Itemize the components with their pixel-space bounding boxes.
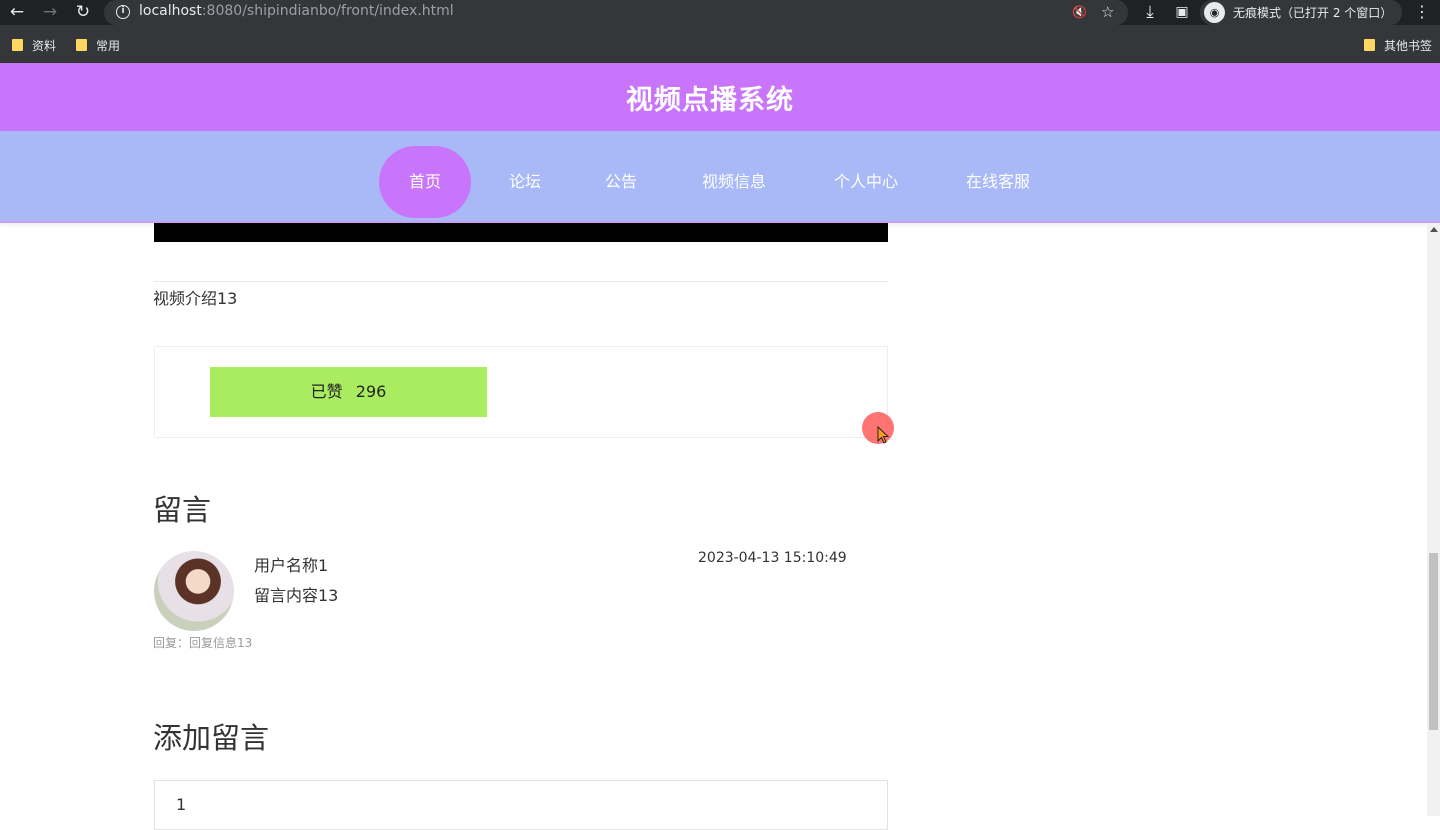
forward-icon[interactable]: → xyxy=(39,1,61,23)
bookmark-folder-changyong[interactable]: 常用 xyxy=(76,37,120,54)
add-comment-title: 添加留言 xyxy=(153,721,270,755)
page-scrollbar[interactable] xyxy=(1427,223,1440,816)
url-text[interactable]: localhost:8080/shipindianbo/front/index.… xyxy=(139,3,454,19)
nav-notice[interactable]: 公告 xyxy=(605,146,637,218)
like-count: 296 xyxy=(355,382,387,401)
scroll-thumb[interactable] xyxy=(1429,553,1438,730)
browser-toolbar: ← → ↻ i localhost:8080/shipindianbo/fron… xyxy=(0,0,1440,25)
comments-title: 留言 xyxy=(153,493,212,527)
site-info-icon[interactable]: i xyxy=(116,5,130,19)
incognito-icon: ◉ xyxy=(1204,2,1225,23)
download-icon[interactable]: ⤓ xyxy=(1139,1,1161,23)
like-panel: 已赞 296 xyxy=(154,346,888,438)
nav-home[interactable]: 首页 xyxy=(379,146,471,218)
comment-reply: 回复：回复信息13 xyxy=(153,636,253,650)
side-panel-icon[interactable]: ▣ xyxy=(1171,1,1193,23)
video-intro: 视频介绍13 xyxy=(153,289,238,308)
mouse-cursor-icon xyxy=(877,426,890,444)
mute-site-icon[interactable]: 🔇 xyxy=(1072,3,1087,21)
browser-menu-icon[interactable]: ⋮ xyxy=(1414,2,1430,21)
video-player[interactable] xyxy=(154,223,888,242)
nav-personal-center[interactable]: 个人中心 xyxy=(834,146,898,218)
like-label: 已赞 xyxy=(310,382,343,401)
nav-forum[interactable]: 论坛 xyxy=(509,146,541,218)
address-bar[interactable]: i localhost:8080/shipindianbo/front/inde… xyxy=(104,0,1128,25)
reload-icon[interactable]: ↻ xyxy=(72,1,94,23)
folder-icon xyxy=(1364,39,1375,51)
incognito-indicator[interactable]: ◉ 无痕模式（已打开 2 个窗口） xyxy=(1200,0,1402,25)
folder-icon xyxy=(76,39,87,51)
folder-icon xyxy=(12,39,23,51)
scroll-up-icon[interactable] xyxy=(1430,227,1438,232)
incognito-label: 无痕模式（已打开 2 个窗口） xyxy=(1233,6,1393,20)
site-header: 视频点播系统 xyxy=(0,63,1440,131)
bookmark-star-icon[interactable]: ☆ xyxy=(1101,3,1114,21)
divider xyxy=(154,281,888,282)
bookmark-folder-ziliao[interactable]: 资料 xyxy=(12,37,56,54)
bookmarks-bar: 资料 常用 其他书签 xyxy=(0,25,1440,63)
nav-video-info[interactable]: 视频信息 xyxy=(702,146,766,218)
main-nav: 首页 论坛 公告 视频信息 个人中心 在线客服 xyxy=(0,131,1440,223)
site-title: 视频点播系统 xyxy=(626,85,794,116)
comment-time: 2023-04-13 15:10:49 xyxy=(698,550,847,566)
like-button[interactable]: 已赞 296 xyxy=(210,367,487,417)
comment-content: 留言内容13 xyxy=(254,586,339,605)
avatar xyxy=(154,551,234,631)
comment-input[interactable]: 1 xyxy=(154,780,888,830)
bookmark-folder-other[interactable]: 其他书签 xyxy=(1364,37,1432,54)
back-icon[interactable]: ← xyxy=(6,1,28,23)
comment-username: 用户名称1 xyxy=(254,556,329,575)
nav-online-service[interactable]: 在线客服 xyxy=(966,146,1030,218)
